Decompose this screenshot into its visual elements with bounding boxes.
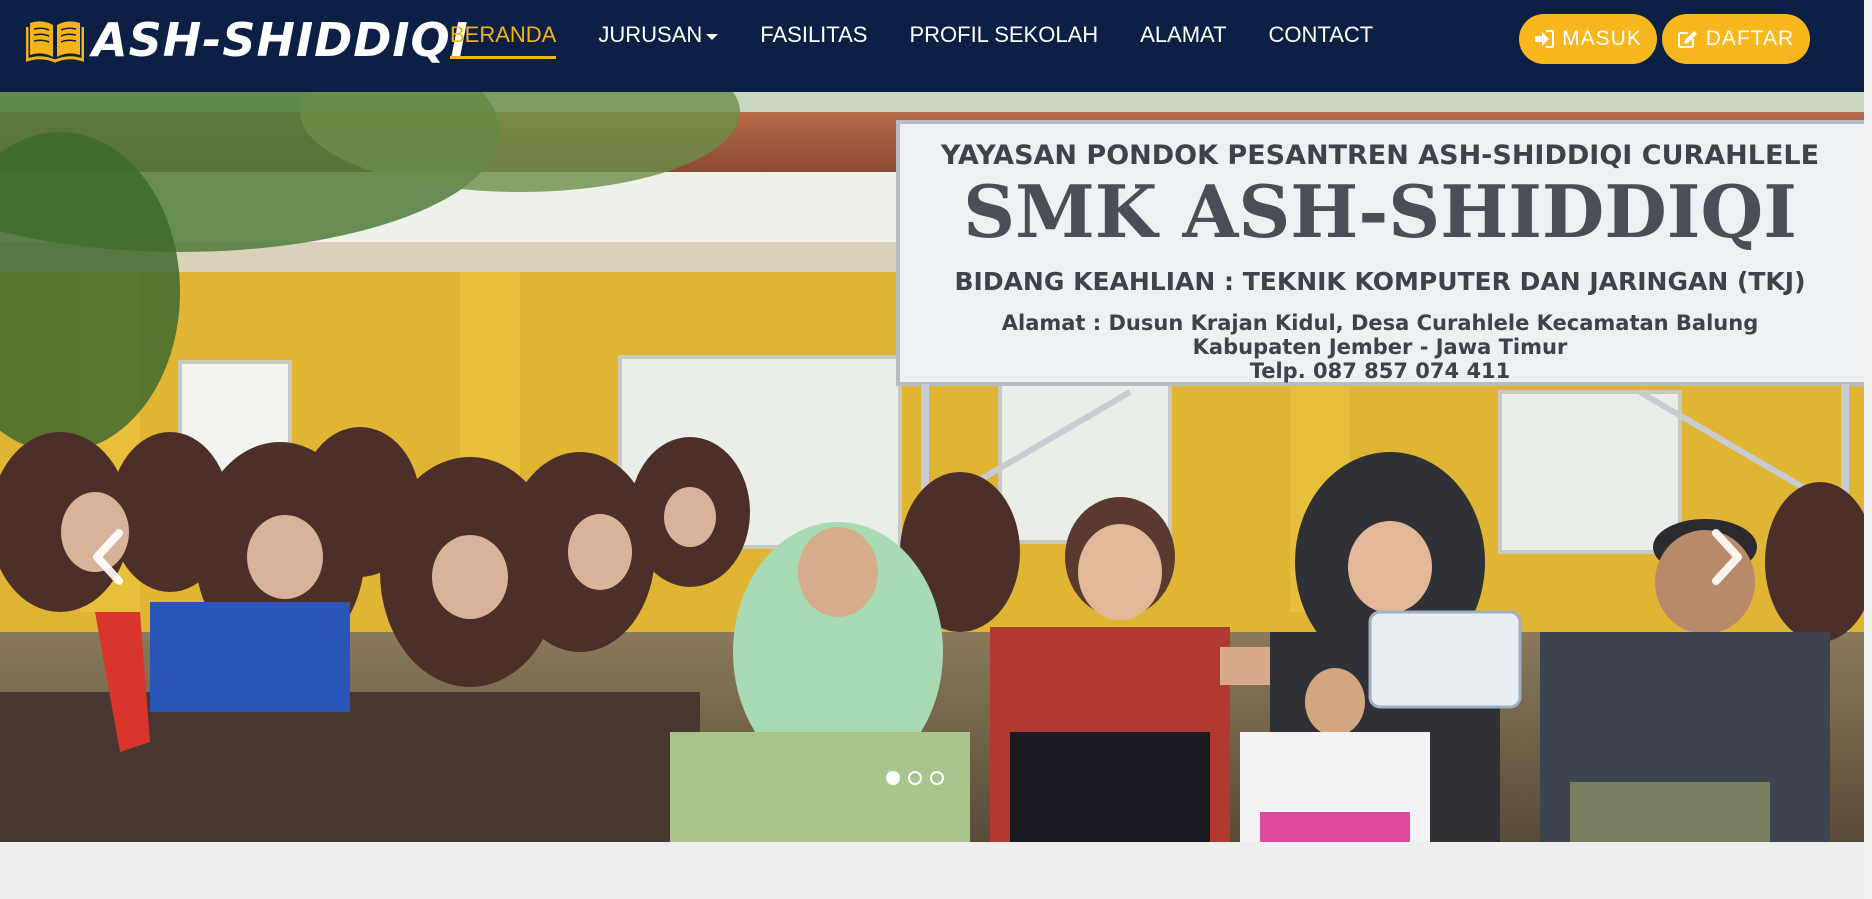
- nav-item-profil-sekolah[interactable]: PROFIL SEKOLAH: [909, 0, 1098, 70]
- nav-item-label: BERANDA: [450, 22, 557, 47]
- nav-item-label: FASILITAS: [760, 22, 868, 47]
- login-label: MASUK: [1562, 27, 1642, 50]
- brand-name: ASH-SHIDDIQI: [92, 13, 469, 67]
- page-scrollbar[interactable]: [1864, 0, 1872, 899]
- nav-item-jurusan[interactable]: JURUSAN: [598, 0, 719, 70]
- nav-item-fasilitas[interactable]: FASILITAS: [760, 0, 867, 70]
- carousel-indicator-1[interactable]: [886, 771, 900, 785]
- register-label: DAFTAR: [1705, 27, 1795, 50]
- carousel-next-button[interactable]: [1700, 527, 1750, 587]
- sign-line-6: Telp. 087 857 074 411: [1250, 359, 1511, 383]
- brand-logo[interactable]: ASH-SHIDDIQI: [26, 12, 469, 68]
- nav-item-label: JURUSAN: [598, 22, 703, 47]
- nav-item-label: ALAMAT: [1140, 22, 1227, 47]
- sign-in-icon: [1535, 30, 1555, 48]
- register-button[interactable]: DAFTAR: [1662, 14, 1810, 64]
- nav-item-contact[interactable]: CONTACT: [1269, 0, 1374, 70]
- carousel-indicator-2[interactable]: [908, 771, 922, 785]
- sign-line-3: BIDANG KEAHLIAN : TEKNIK KOMPUTER DAN JA…: [954, 267, 1805, 296]
- nav-item-alamat[interactable]: ALAMAT: [1140, 0, 1226, 70]
- sign-line-2: SMK ASH-SHIDDIQI: [963, 169, 1797, 254]
- carousel-prev-button[interactable]: [85, 527, 135, 587]
- login-button[interactable]: MASUK: [1519, 14, 1657, 64]
- nav-item-label: PROFIL SEKOLAH: [909, 22, 1099, 47]
- caret-down-icon: [706, 33, 719, 40]
- edit-icon: [1677, 31, 1697, 48]
- top-navbar: ASH-SHIDDIQI BERANDA JURUSAN FASILITAS P…: [0, 0, 1872, 92]
- sign-line-5: Kabupaten Jember - Jawa Timur: [1193, 335, 1568, 359]
- carousel-indicators: [886, 771, 952, 785]
- carousel-indicator-3[interactable]: [930, 771, 944, 785]
- sign-line-1: YAYASAN PONDOK PESANTREN ASH-SHIDDIQI CU…: [940, 140, 1819, 171]
- main-nav: BERANDA JURUSAN FASILITAS PROFIL SEKOLAH…: [450, 0, 1415, 92]
- book-open-icon: [26, 21, 84, 63]
- nav-item-label: CONTACT: [1268, 22, 1374, 47]
- hero-photo: YAYASAN PONDOK PESANTREN ASH-SHIDDIQI CU…: [0, 92, 1872, 842]
- chevron-right-icon: [1712, 529, 1742, 585]
- sign-line-4: Alamat : Dusun Krajan Kidul, Desa Curahl…: [1002, 311, 1758, 335]
- hero-carousel: YAYASAN PONDOK PESANTREN ASH-SHIDDIQI CU…: [0, 92, 1872, 842]
- chevron-left-icon: [93, 529, 123, 585]
- nav-item-beranda[interactable]: BERANDA: [450, 0, 557, 70]
